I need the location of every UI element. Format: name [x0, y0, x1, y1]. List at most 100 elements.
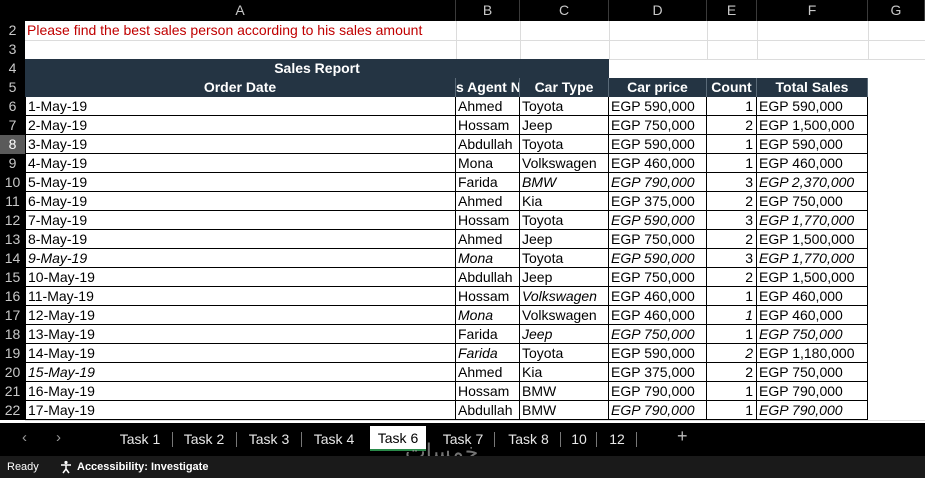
row-header-2[interactable]: 2 — [0, 21, 25, 40]
cell-price[interactable]: EGP 790,000 — [609, 382, 707, 401]
cell-price[interactable]: EGP 460,000 — [609, 306, 707, 325]
cell-total[interactable]: EGP 1,770,000 — [757, 249, 868, 268]
cell-total[interactable]: EGP 460,000 — [757, 306, 868, 325]
cell-car[interactable]: Toyota — [520, 97, 609, 116]
header-total-sales[interactable]: Total Sales — [757, 78, 868, 97]
row-header-10[interactable]: 10 — [0, 173, 25, 192]
cell-total[interactable]: EGP 790,000 — [757, 401, 868, 420]
cell-price[interactable]: EGP 750,000 — [609, 230, 707, 249]
cell-price[interactable]: EGP 790,000 — [609, 173, 707, 192]
cell-price[interactable]: EGP 590,000 — [609, 135, 707, 154]
row-header-22[interactable]: 22 — [0, 401, 25, 420]
column-header-e[interactable]: E — [707, 0, 757, 21]
cell-agent[interactable]: Ahmed — [456, 192, 520, 211]
cell-price[interactable]: EGP 590,000 — [609, 249, 707, 268]
cell-car[interactable]: Volkswagen — [520, 306, 609, 325]
cell-count[interactable]: 1 — [707, 135, 757, 154]
cell-count[interactable]: 2 — [707, 268, 757, 287]
sheet-tab-task-4[interactable]: Task 4 — [302, 428, 366, 450]
cell-car[interactable]: Volkswagen — [520, 287, 609, 306]
cell-date[interactable]: 5-May-19 — [25, 173, 456, 192]
header-order-date[interactable]: Order Date — [25, 78, 456, 97]
sheet-tab-task-2[interactable]: Task 2 — [172, 428, 236, 450]
cell-agent[interactable]: Ahmed — [456, 97, 520, 116]
row-header-13[interactable]: 13 — [0, 230, 25, 249]
accessibility-status[interactable]: Accessibility: Investigate — [59, 456, 208, 478]
row-header-21[interactable]: 21 — [0, 382, 25, 401]
cell-date[interactable]: 1-May-19 — [25, 97, 456, 116]
cell-date[interactable]: 14-May-19 — [25, 344, 456, 363]
header-count[interactable]: Count — [707, 78, 757, 97]
cell-car[interactable]: BMW — [520, 401, 609, 420]
cell-price[interactable]: EGP 750,000 — [609, 268, 707, 287]
cell-date[interactable]: 17-May-19 — [25, 401, 456, 420]
cell-car[interactable]: BMW — [520, 173, 609, 192]
row-header-9[interactable]: 9 — [0, 154, 25, 173]
cell-agent[interactable]: Farida — [456, 173, 520, 192]
cell-count[interactable]: 3 — [707, 173, 757, 192]
cell-count[interactable]: 2 — [707, 363, 757, 382]
cell-car[interactable]: Jeep — [520, 325, 609, 344]
row-header-12[interactable]: 12 — [0, 211, 25, 230]
cell-date[interactable]: 10-May-19 — [25, 268, 456, 287]
cell-total[interactable]: EGP 590,000 — [757, 97, 868, 116]
cell-price[interactable]: EGP 590,000 — [609, 97, 707, 116]
cell-car[interactable]: Volkswagen — [520, 154, 609, 173]
cell-date[interactable]: 11-May-19 — [25, 287, 456, 306]
scroll-tabs-left-icon[interactable]: ‹ — [22, 429, 27, 446]
cell-count[interactable]: 2 — [707, 230, 757, 249]
cell-count[interactable]: 1 — [707, 401, 757, 420]
cell-car[interactable]: Toyota — [520, 344, 609, 363]
sheet-tab-task-3[interactable]: Task 3 — [237, 428, 301, 450]
cell-agent[interactable]: Mona — [456, 154, 520, 173]
cell-agent[interactable]: Mona — [456, 249, 520, 268]
cell-price[interactable]: EGP 590,000 — [609, 344, 707, 363]
row-header-17[interactable]: 17 — [0, 306, 25, 325]
cell-agent[interactable]: Ahmed — [456, 363, 520, 382]
cell-agent[interactable]: Hossam — [456, 382, 520, 401]
row-header-7[interactable]: 7 — [0, 116, 25, 135]
cell-agent[interactable]: Hossam — [456, 211, 520, 230]
cell-date[interactable]: 16-May-19 — [25, 382, 456, 401]
cell-price[interactable]: EGP 790,000 — [609, 401, 707, 420]
row-header-8[interactable]: 8 — [0, 135, 25, 154]
row-header-19[interactable]: 19 — [0, 344, 25, 363]
row-header-15[interactable]: 15 — [0, 268, 25, 287]
row-header-16[interactable]: 16 — [0, 287, 25, 306]
cell-total[interactable]: EGP 750,000 — [757, 325, 868, 344]
cell-count[interactable]: 1 — [707, 154, 757, 173]
cell-car[interactable]: BMW — [520, 382, 609, 401]
cell-agent[interactable]: Farida — [456, 344, 520, 363]
cell-agent[interactable]: Hossam — [456, 287, 520, 306]
instruction-text[interactable]: Please find the best sales person accord… — [27, 21, 422, 40]
row-header-6[interactable]: 6 — [0, 97, 25, 116]
cell-car[interactable]: Jeep — [520, 268, 609, 287]
cell-car[interactable]: Kia — [520, 192, 609, 211]
header-car-type[interactable]: Car Type — [520, 78, 609, 97]
cell-agent[interactable]: Mona — [456, 306, 520, 325]
cell-price[interactable]: EGP 750,000 — [609, 116, 707, 135]
cell-date[interactable]: 2-May-19 — [25, 116, 456, 135]
column-header-c[interactable]: C — [520, 0, 609, 21]
cell-total[interactable]: EGP 750,000 — [757, 192, 868, 211]
cell-count[interactable]: 3 — [707, 249, 757, 268]
header-car-price[interactable]: Car price — [609, 78, 707, 97]
cell-agent[interactable]: Hossam — [456, 116, 520, 135]
add-sheet-icon[interactable]: + — [677, 426, 688, 447]
cell-count[interactable]: 2 — [707, 116, 757, 135]
cell-date[interactable]: 6-May-19 — [25, 192, 456, 211]
row-header-20[interactable]: 20 — [0, 363, 25, 382]
row-header-18[interactable]: 18 — [0, 325, 25, 344]
sheet-tab-10[interactable]: 10 — [562, 428, 596, 450]
select-all-corner[interactable] — [0, 0, 25, 21]
cell-total[interactable]: EGP 790,000 — [757, 382, 868, 401]
cell-total[interactable]: EGP 460,000 — [757, 154, 868, 173]
cell-car[interactable]: Toyota — [520, 211, 609, 230]
cell-date[interactable]: 7-May-19 — [25, 211, 456, 230]
cell-total[interactable]: EGP 1,770,000 — [757, 211, 868, 230]
cell-date[interactable]: 12-May-19 — [25, 306, 456, 325]
cell-date[interactable]: 9-May-19 — [25, 249, 456, 268]
header-sales-agent[interactable]: s Agent N — [456, 78, 520, 97]
cell-car[interactable]: Toyota — [520, 135, 609, 154]
cell-car[interactable]: Jeep — [520, 230, 609, 249]
